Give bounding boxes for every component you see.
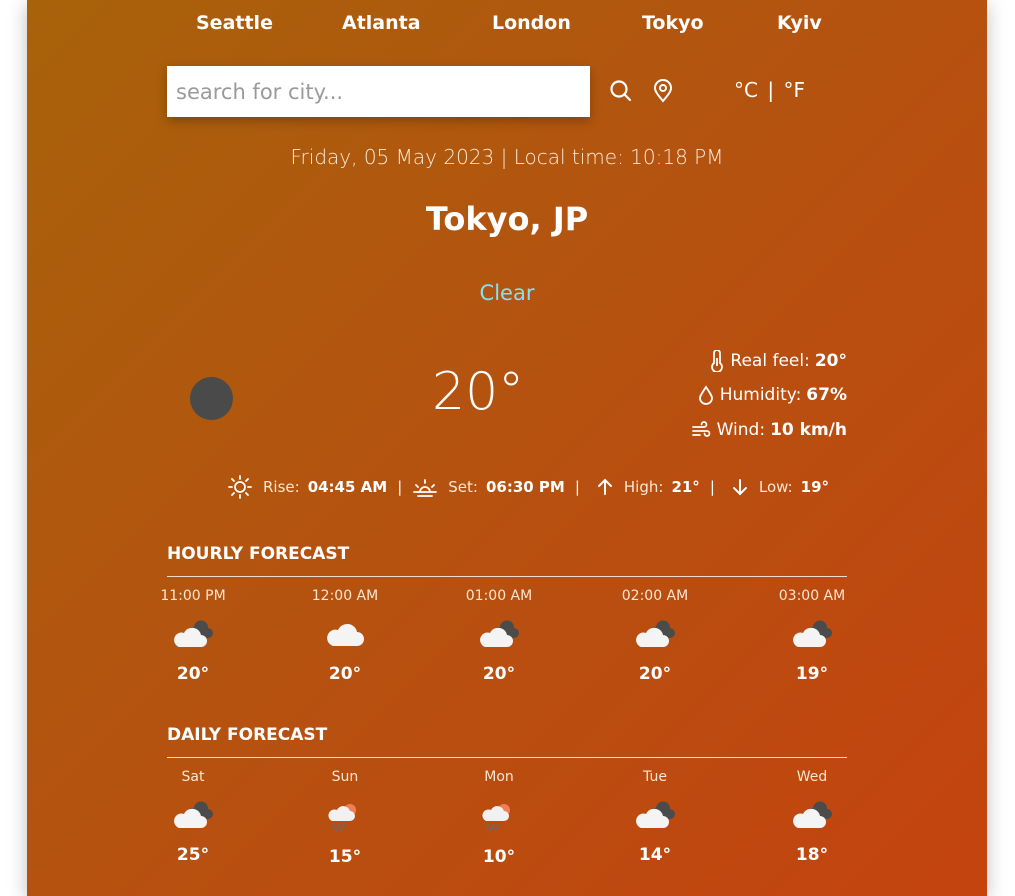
sunset-label: Set: xyxy=(448,478,478,496)
wind-row: Wind: 10 km/h xyxy=(691,420,847,440)
daily-forecast-label: Mon xyxy=(484,769,514,785)
real-feel-value: 20° xyxy=(814,351,847,371)
arrow-up-icon xyxy=(597,478,612,495)
sunrise-icon xyxy=(228,475,252,499)
sunrise-value: 04:45 AM xyxy=(307,478,388,496)
hourly-forecast-item: 03:00 AM 19° xyxy=(767,588,857,684)
daily-forecast-label: Sun xyxy=(331,769,359,785)
cloud-dark-icon xyxy=(767,620,857,654)
unit-separator: | xyxy=(767,78,775,102)
hourly-forecast-temp: 20° xyxy=(176,664,210,684)
unit-toggle: °C | °F xyxy=(734,78,805,102)
cloud-dark-icon xyxy=(610,620,700,654)
droplet-icon xyxy=(698,385,713,405)
high-value: 21° xyxy=(671,478,700,496)
daily-forecast-temp: 15° xyxy=(328,847,362,867)
low-label: Low: xyxy=(758,478,793,496)
sunrise-label: Rise: xyxy=(263,478,300,496)
local-datetime: Friday, 05 May 2023 | Local time: 10:18 … xyxy=(290,145,724,169)
hourly-forecast-temp: 20° xyxy=(328,664,362,684)
wind-label: Wind: xyxy=(716,420,766,440)
hourly-forecast-temp: 20° xyxy=(482,664,516,684)
real-feel-label: Real feel: xyxy=(730,351,810,371)
low-value: 19° xyxy=(800,478,830,496)
cloud-dark-icon xyxy=(767,801,857,835)
wind-value: 10 km/h xyxy=(770,420,847,440)
daily-forecast-label: Wed xyxy=(796,769,828,785)
daily-forecast-temp: 25° xyxy=(176,845,210,865)
cloud-icon xyxy=(300,620,390,654)
weather-condition-icon xyxy=(190,377,233,420)
location-title: Tokyo, JP xyxy=(425,200,589,238)
cloud-dark-icon xyxy=(610,801,700,835)
arrow-down-icon xyxy=(732,479,747,496)
separator: | xyxy=(574,478,580,496)
daily-forecast-item: Mon 10° xyxy=(454,769,544,867)
daily-forecast-item: Wed 18° xyxy=(767,769,857,865)
humidity-row: Humidity: 67% xyxy=(698,385,847,405)
city-button-atlanta[interactable]: Atlanta xyxy=(342,12,421,34)
hourly-forecast-label: 11:00 PM xyxy=(160,588,226,604)
daily-forecast-item: Tue 14° xyxy=(610,769,700,865)
hourly-forecast-label: 01:00 AM xyxy=(465,588,533,604)
hourly-forecast-item: 12:00 AM 20° xyxy=(300,588,390,684)
separator: | xyxy=(397,478,403,496)
high-label: High: xyxy=(623,478,664,496)
daily-forecast-temp: 10° xyxy=(482,847,516,867)
humidity-value: 67% xyxy=(806,385,847,405)
divider xyxy=(167,576,847,577)
cloud-dark-icon xyxy=(148,801,238,835)
search-input[interactable] xyxy=(167,66,590,117)
daily-forecast-temp: 14° xyxy=(638,845,672,865)
hourly-forecast-item: 01:00 AM 20° xyxy=(454,588,544,684)
daily-forecast-title: DAILY FORECAST xyxy=(167,725,328,745)
hourly-forecast-temp: 20° xyxy=(638,664,672,684)
hourly-forecast-title: HOURLY FORECAST xyxy=(167,544,350,564)
separator: | xyxy=(709,478,715,496)
rain-sun-icon xyxy=(300,801,390,837)
sun-high-low-bar: Rise: 04:45 AM | Set: 06:30 PM | High: 2… xyxy=(227,472,829,502)
daily-forecast-item: Sat 25° xyxy=(148,769,238,865)
current-temperature: 20° xyxy=(432,362,525,422)
rain-sun-icon xyxy=(454,801,544,837)
daily-forecast-temp: 18° xyxy=(795,845,829,865)
hourly-forecast-label: 02:00 AM xyxy=(621,588,689,604)
divider xyxy=(167,757,847,758)
weather-condition: Clear xyxy=(479,281,535,305)
sunset-value: 06:30 PM xyxy=(485,478,565,496)
city-button-london[interactable]: London xyxy=(492,12,571,34)
top-cities-nav: Seattle Atlanta London Tokyo Kyiv xyxy=(27,12,987,38)
sunset-icon xyxy=(413,479,438,497)
celsius-button[interactable]: °C xyxy=(734,78,758,102)
cloud-dark-icon xyxy=(454,620,544,654)
humidity-label: Humidity: xyxy=(719,385,802,405)
city-button-kyiv[interactable]: Kyiv xyxy=(777,12,822,34)
hourly-forecast-item: 02:00 AM 20° xyxy=(610,588,700,684)
thermometer-icon xyxy=(711,350,724,372)
wind-icon xyxy=(691,421,710,437)
search-icon[interactable] xyxy=(609,79,633,107)
daily-forecast-label: Sat xyxy=(181,769,205,785)
fahrenheit-button[interactable]: °F xyxy=(783,78,805,102)
cloud-dark-icon xyxy=(148,620,238,654)
hourly-forecast-item: 11:00 PM 20° xyxy=(148,588,238,684)
daily-forecast-label: Tue xyxy=(643,769,667,785)
city-button-tokyo[interactable]: Tokyo xyxy=(642,12,704,34)
hourly-forecast-temp: 19° xyxy=(795,664,829,684)
location-pin-icon[interactable] xyxy=(652,79,674,107)
hourly-forecast-label: 12:00 AM xyxy=(311,588,379,604)
daily-forecast-item: Sun 15° xyxy=(300,769,390,867)
real-feel-row: Real feel: 20° xyxy=(710,350,847,372)
weather-card: Seattle Atlanta London Tokyo Kyiv °C | °… xyxy=(27,0,987,896)
hourly-forecast-label: 03:00 AM xyxy=(778,588,846,604)
city-button-seattle[interactable]: Seattle xyxy=(196,12,273,34)
